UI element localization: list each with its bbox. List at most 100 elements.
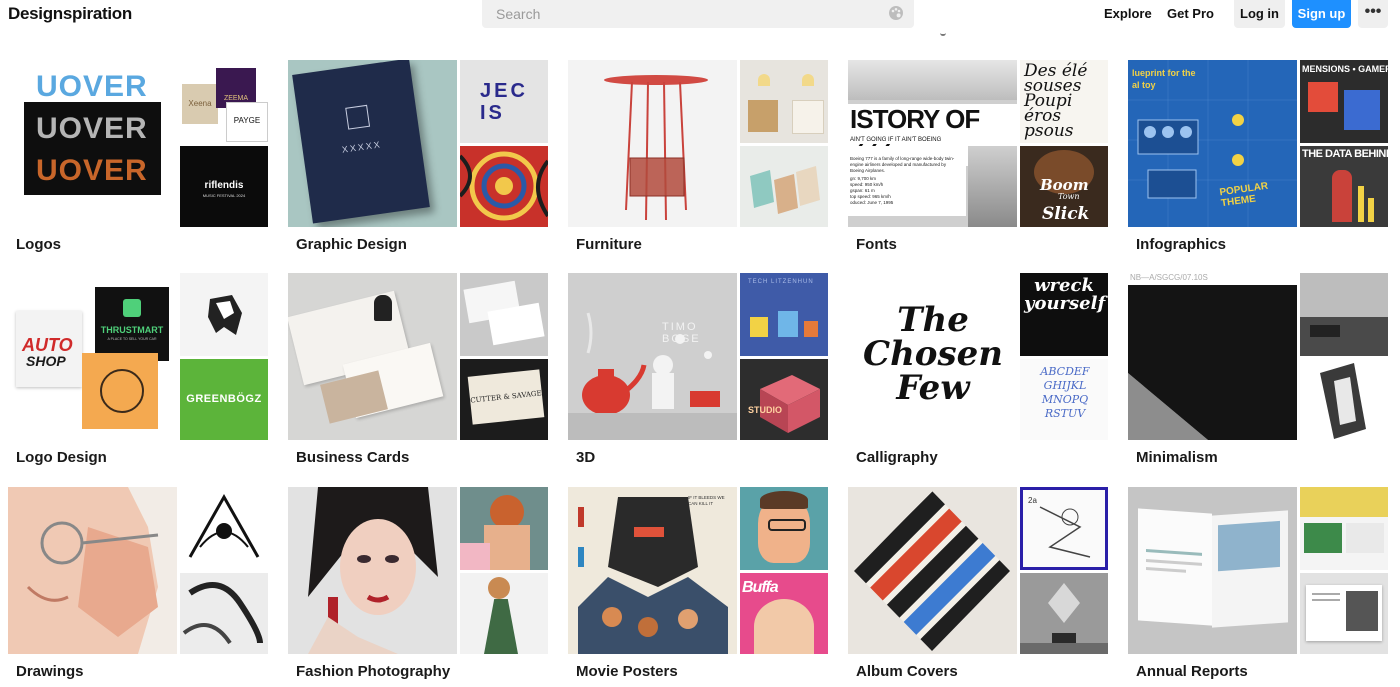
category-label[interactable]: Logos bbox=[16, 236, 61, 253]
book-emblem bbox=[345, 104, 371, 130]
category-image-bottom bbox=[740, 146, 828, 227]
category-card-furniture[interactable]: Furniture bbox=[568, 60, 828, 260]
category-image-top bbox=[740, 487, 828, 570]
category-label[interactable]: Annual Reports bbox=[1136, 663, 1248, 680]
logo-text: UOVER bbox=[36, 70, 148, 103]
category-image-top bbox=[740, 60, 828, 143]
category-image-main: AUTO SHOP THRUSTMART A PLACE TO SELL YOU… bbox=[8, 273, 177, 440]
category-image-bottom: GREENBÖGZ bbox=[180, 359, 268, 440]
category-card-infographics[interactable]: lueprint for the al toy POPULAR THEME ME… bbox=[1128, 60, 1388, 260]
category-card-movie-posters[interactable]: IF IT BLEEDS WE CAN KILL IT Buffa Movie … bbox=[568, 487, 828, 687]
category-card-calligraphy[interactable]: The Chosen Few wreck yourself ABCDEF GHI… bbox=[848, 273, 1108, 473]
category-image-top: wreck yourself bbox=[1020, 273, 1108, 356]
category-label[interactable]: Movie Posters bbox=[576, 663, 678, 680]
category-card-business-cards[interactable]: CUTTER & SAVAGE Business Cards bbox=[288, 273, 548, 473]
letter-blocks: JEC IS bbox=[480, 80, 528, 124]
signup-button[interactable]: Sign up bbox=[1292, 0, 1351, 28]
search-bar[interactable] bbox=[482, 0, 914, 28]
category-card-minimalism[interactable]: NB—A/SGCG/07.10S Minimalism bbox=[1128, 273, 1388, 473]
category-card-drawings[interactable]: Drawings bbox=[8, 487, 268, 687]
infographic-title: THE DATA BEHIND bbox=[1302, 148, 1388, 160]
logo-card: Xeena bbox=[182, 84, 218, 124]
category-image-bottom bbox=[180, 573, 268, 654]
logo-subtext: A PLACE TO SELL YOUR CAR bbox=[107, 337, 157, 341]
category-label[interactable]: Album Covers bbox=[856, 663, 958, 680]
category-image-main: UOVER UOVER UOVER bbox=[8, 60, 177, 227]
login-button[interactable]: Log in bbox=[1234, 0, 1285, 28]
category-image-main: IF IT BLEEDS WE CAN KILL IT bbox=[568, 487, 737, 654]
category-image-main bbox=[8, 487, 177, 654]
category-card-album-covers[interactable]: 2a Album Covers bbox=[848, 487, 1108, 687]
category-card-annual-reports[interactable]: Annual Reports bbox=[1128, 487, 1388, 687]
logo-text: SHOP bbox=[26, 353, 66, 369]
category-image-main: ISTORY OF 777 AIN'T GOING IF IT AIN'T BO… bbox=[848, 60, 1017, 227]
category-image-bottom: THE DATA BEHIND bbox=[1300, 146, 1388, 227]
logo-text: THRUSTMART bbox=[100, 325, 164, 335]
site-logo[interactable]: Designspiration bbox=[8, 4, 132, 24]
category-image-main bbox=[848, 487, 1017, 654]
category-image-bottom: Buffa bbox=[740, 573, 828, 654]
search-input[interactable] bbox=[494, 4, 878, 24]
category-label[interactable]: Fonts bbox=[856, 236, 897, 253]
category-image-bottom bbox=[460, 573, 548, 654]
category-image-main: TIMO BOSE bbox=[568, 273, 737, 440]
category-label[interactable]: Minimalism bbox=[1136, 449, 1218, 466]
poster-title: Buffa bbox=[742, 579, 779, 596]
poster-spec: oduced: June 7, 1995 bbox=[850, 200, 894, 205]
category-image-main: XXXXX bbox=[288, 60, 457, 227]
color-palette-icon[interactable] bbox=[888, 5, 904, 26]
category-image-bottom: Boom Town Slick bbox=[1020, 146, 1108, 227]
category-image-bottom bbox=[1020, 573, 1108, 654]
category-label[interactable]: Calligraphy bbox=[856, 449, 938, 466]
category-label[interactable]: Graphic Design bbox=[296, 236, 407, 253]
category-image-bottom: riflendis MUSIC FESTIVAL 2024 bbox=[180, 146, 268, 227]
category-card-logo-design[interactable]: AUTO SHOP THRUSTMART A PLACE TO SELL YOU… bbox=[8, 273, 268, 473]
top-bar: Designspiration Explore Get Pro Log in S… bbox=[0, 0, 1400, 30]
category-card-graphic-design[interactable]: XXXXX JEC IS Graphic Design bbox=[288, 60, 548, 260]
category-image-main bbox=[288, 487, 457, 654]
logo-text: UOVER bbox=[36, 154, 148, 187]
logo-text: riflendis bbox=[204, 180, 244, 191]
category-image-main: NB—A/SGCG/07.10S bbox=[1128, 273, 1297, 440]
logo-text: UOVER bbox=[36, 112, 148, 145]
category-image-top: TECH LITZENHUN bbox=[740, 273, 828, 356]
category-card-logos[interactable]: UOVER UOVER UOVER Xeena ZEEMA PAYGE rifl… bbox=[8, 60, 268, 260]
category-image-main: lueprint for the al toy POPULAR THEME bbox=[1128, 60, 1297, 227]
category-image-bottom: STUDIO bbox=[740, 359, 828, 440]
category-label[interactable]: Business Cards bbox=[296, 449, 409, 466]
category-image-top bbox=[1300, 487, 1388, 570]
category-image-top: 2a bbox=[1020, 487, 1108, 570]
calligraphy-text: The Chosen Few bbox=[863, 300, 1003, 408]
category-image-bottom: CUTTER & SAVAGE bbox=[460, 359, 548, 440]
category-label[interactable]: Furniture bbox=[576, 236, 642, 253]
category-image-top: Xeena ZEEMA PAYGE bbox=[180, 60, 268, 143]
category-image-top bbox=[460, 487, 548, 570]
poster-spec: gspan: 61 m bbox=[850, 188, 875, 193]
render-text: STUDIO bbox=[748, 405, 783, 415]
script-text: Des élé souses Poupi éros psous bbox=[1024, 61, 1088, 141]
category-label[interactable]: Logo Design bbox=[16, 449, 107, 466]
category-label[interactable]: 3D bbox=[576, 449, 595, 466]
category-image-top: Des élé souses Poupi éros psous bbox=[1020, 60, 1108, 143]
card-brand: CUTTER & SAVAGE bbox=[469, 389, 543, 405]
category-card-3d[interactable]: TIMO BOSE TECH LITZENHUN STUDIO 3D bbox=[568, 273, 828, 473]
svg-text:2a: 2a bbox=[1028, 496, 1037, 505]
script-text: Slick bbox=[1042, 204, 1090, 224]
category-card-fashion-photography[interactable]: Fashion Photography bbox=[288, 487, 548, 687]
category-label[interactable]: Infographics bbox=[1136, 236, 1226, 253]
more-menu-button[interactable]: ••• bbox=[1358, 0, 1388, 28]
logo-card: PAYGE bbox=[226, 102, 268, 142]
logo-subtext: MUSIC FESTIVAL 2024 bbox=[202, 193, 246, 198]
infographic-title: MENSIONS • GAMEP bbox=[1302, 64, 1388, 74]
category-image-bottom bbox=[1300, 359, 1388, 440]
category-image-top: MENSIONS • GAMEP bbox=[1300, 60, 1388, 143]
category-card-fonts[interactable]: ISTORY OF 777 AIN'T GOING IF IT AIN'T BO… bbox=[848, 60, 1108, 260]
nav-explore[interactable]: Explore bbox=[1104, 6, 1152, 21]
category-image-top: JEC IS bbox=[460, 60, 548, 143]
category-label[interactable]: Fashion Photography bbox=[296, 663, 450, 680]
nav-get-pro[interactable]: Get Pro bbox=[1167, 6, 1214, 21]
category-image-main bbox=[288, 273, 457, 440]
category-image-main: The Chosen Few bbox=[848, 273, 1017, 440]
category-label[interactable]: Drawings bbox=[16, 663, 84, 680]
category-image-top bbox=[180, 487, 268, 570]
